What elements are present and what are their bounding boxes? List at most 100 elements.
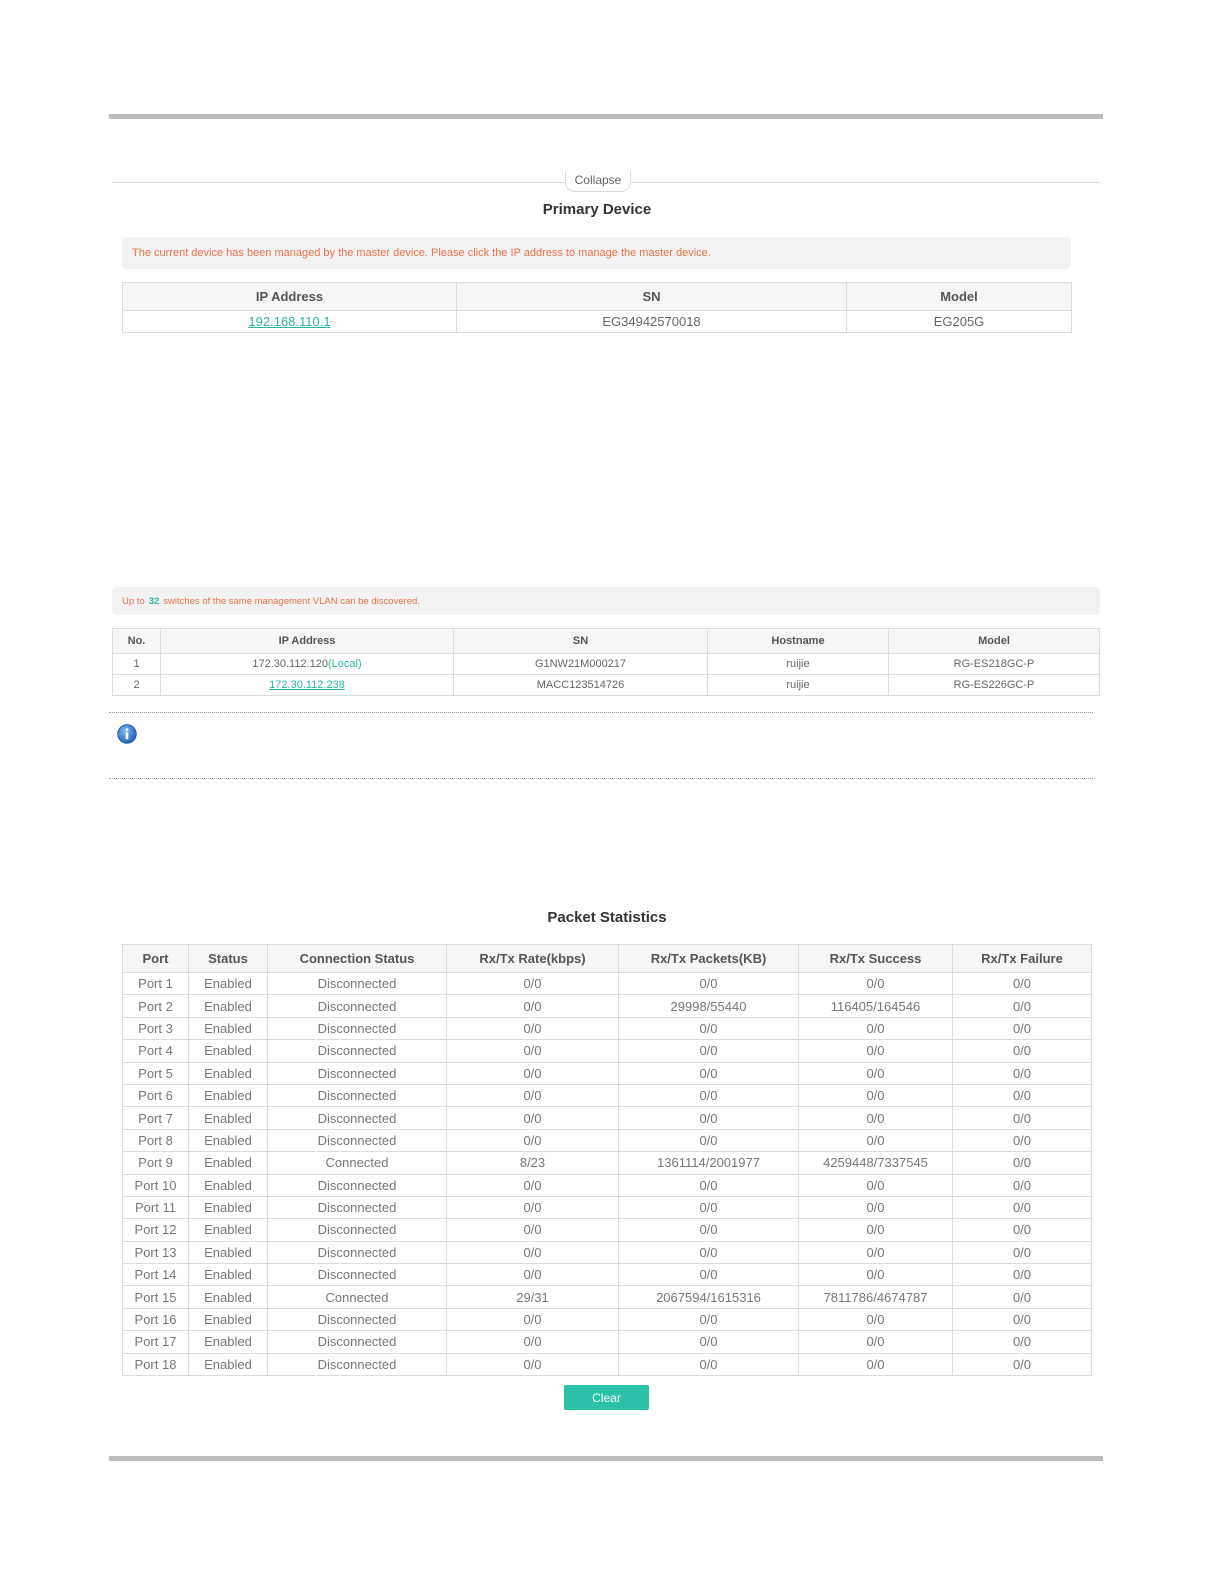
rate-cell: 0/0 <box>446 1016 619 1041</box>
port-cell: Port 15 <box>122 1285 189 1309</box>
port-cell: Port 13 <box>122 1240 189 1265</box>
column-header-rate: Rx/Tx Rate(kbps) <box>446 944 619 973</box>
switch-list-table: No. IP Address SN Hostname Model 1 172.3… <box>112 628 1100 696</box>
rate-cell: 29/31 <box>446 1285 619 1309</box>
switch-ip-link[interactable]: 172.30.112.238 <box>269 679 345 691</box>
notice-count: 32 <box>148 595 160 607</box>
success-cell: 4259448/7337545 <box>798 1151 953 1175</box>
model-cell: RG-ES226GC-P <box>888 674 1100 696</box>
status-cell: Enabled <box>188 1307 268 1332</box>
port-cell: Port 11 <box>122 1195 189 1220</box>
success-cell: 0/0 <box>798 1240 953 1265</box>
packets-cell: 0/0 <box>618 1016 799 1041</box>
rate-cell: 0/0 <box>446 994 619 1018</box>
success-cell: 0/0 <box>798 1016 953 1041</box>
table-header-row: IP Address SN Model <box>122 282 1072 311</box>
failure-cell: 0/0 <box>952 1151 1092 1175</box>
status-cell: Enabled <box>188 1240 268 1265</box>
status-cell: Enabled <box>188 1106 268 1130</box>
column-header-ip: IP Address <box>160 628 454 654</box>
success-cell: 0/0 <box>798 1218 953 1242</box>
port-cell: Port 8 <box>122 1128 189 1153</box>
success-cell: 0/0 <box>798 971 953 996</box>
failure-cell: 0/0 <box>952 1352 1092 1377</box>
table-row: Port 3 Enabled Disconnected 0/0 0/0 0/0 0/0 <box>122 1016 1092 1041</box>
ip-cell: 192.168.110.1 <box>122 310 457 333</box>
port-cell: Port 9 <box>122 1151 189 1175</box>
model-cell: EG205G <box>846 310 1072 333</box>
failure-cell: 0/0 <box>952 1218 1092 1242</box>
status-cell: Enabled <box>188 1039 268 1063</box>
rate-cell: 0/0 <box>446 1307 619 1332</box>
port-cell: Port 4 <box>122 1039 189 1063</box>
hostname-cell: ruijie <box>707 674 889 696</box>
table-row: 192.168.110.1 EG34942570018 EG205G <box>122 310 1072 333</box>
notice-prefix: Up to <box>122 595 145 607</box>
port-cell: Port 10 <box>122 1173 189 1197</box>
rate-cell: 0/0 <box>446 1240 619 1265</box>
master-ip-link[interactable]: 192.168.110.1 <box>248 314 330 329</box>
note-bottom-divider <box>109 778 1093 779</box>
connection-status-cell: Disconnected <box>267 1083 447 1108</box>
table-row: Port 6 Enabled Disconnected 0/0 0/0 0/0 0/0 <box>122 1083 1092 1108</box>
local-tag: (Local) <box>328 658 362 670</box>
connection-status-cell: Disconnected <box>267 1307 447 1332</box>
table-row: Port 2 Enabled Disconnected 0/0 29998/55440 1… <box>122 994 1092 1018</box>
column-header-model: Model <box>888 628 1100 654</box>
failure-cell: 0/0 <box>952 1330 1092 1354</box>
table-row: Port 11 Enabled Disconnected 0/0 0/0 0/0 0/0 <box>122 1195 1092 1220</box>
status-cell: Enabled <box>188 1173 268 1197</box>
rate-cell: 0/0 <box>446 971 619 996</box>
hostname-cell: ruijie <box>707 653 889 675</box>
no-cell: 2 <box>112 674 161 696</box>
packets-cell: 0/0 <box>618 1195 799 1220</box>
primary-device-table: IP Address SN Model 192.168.110.1 EG3494… <box>122 282 1072 333</box>
port-cell: Port 16 <box>122 1307 189 1332</box>
rate-cell: 0/0 <box>446 1173 619 1197</box>
rate-cell: 0/0 <box>446 1106 619 1130</box>
connection-status-cell: Disconnected <box>267 1218 447 1242</box>
column-header-status: Status <box>188 944 268 973</box>
port-cell: Port 18 <box>122 1352 189 1377</box>
status-cell: Enabled <box>188 1263 268 1287</box>
packets-cell: 0/0 <box>618 1173 799 1197</box>
success-cell: 0/0 <box>798 1039 953 1063</box>
status-cell: Enabled <box>188 1061 268 1085</box>
success-cell: 116405/164546 <box>798 994 953 1018</box>
table-row: 2 172.30.112.238 MACC123514726 ruijie RG… <box>112 674 1100 696</box>
column-header-success: Rx/Tx Success <box>798 944 953 973</box>
ip-cell: 172.30.112.120(Local) <box>160 653 454 675</box>
failure-cell: 0/0 <box>952 1240 1092 1265</box>
column-header-connection-status: Connection Status <box>267 944 447 973</box>
table-row: Port 8 Enabled Disconnected 0/0 0/0 0/0 0/0 <box>122 1128 1092 1153</box>
failure-cell: 0/0 <box>952 1039 1092 1063</box>
note-top-divider <box>109 712 1093 713</box>
connection-status-cell: Disconnected <box>267 1173 447 1197</box>
clear-button[interactable]: Clear <box>564 1385 649 1410</box>
ip-cell: 172.30.112.238 <box>160 674 454 696</box>
packets-cell: 0/0 <box>618 1106 799 1130</box>
status-cell: Enabled <box>188 1151 268 1175</box>
port-cell: Port 17 <box>122 1330 189 1354</box>
failure-cell: 0/0 <box>952 1263 1092 1287</box>
connection-status-cell: Disconnected <box>267 1352 447 1377</box>
port-cell: Port 14 <box>122 1263 189 1287</box>
switch-discovery-notice: Up to 32 switches of the same management V… <box>112 587 1100 615</box>
no-cell: 1 <box>112 653 161 675</box>
primary-notice-text: The current device has been managed by t… <box>132 247 711 259</box>
table-row: Port 10 Enabled Disconnected 0/0 0/0 0/0 0/0 <box>122 1173 1092 1197</box>
connection-status-cell: Connected <box>267 1285 447 1309</box>
connection-status-cell: Disconnected <box>267 1016 447 1041</box>
packets-cell: 0/0 <box>618 1061 799 1085</box>
rate-cell: 0/0 <box>446 1061 619 1085</box>
connection-status-cell: Disconnected <box>267 1330 447 1354</box>
table-row: 1 172.30.112.120(Local) G1NW21M000217 ru… <box>112 653 1100 675</box>
success-cell: 0/0 <box>798 1195 953 1220</box>
connection-status-cell: Disconnected <box>267 1039 447 1063</box>
sn-cell: MACC123514726 <box>453 674 708 696</box>
table-row: Port 7 Enabled Disconnected 0/0 0/0 0/0 0/0 <box>122 1106 1092 1130</box>
table-row: Port 16 Enabled Disconnected 0/0 0/0 0/0 0/0 <box>122 1307 1092 1332</box>
collapse-button[interactable]: Collapse <box>565 171 631 192</box>
table-header-row: Port Status Connection Status Rx/Tx Rate… <box>122 944 1092 973</box>
packets-cell: 0/0 <box>618 1039 799 1063</box>
